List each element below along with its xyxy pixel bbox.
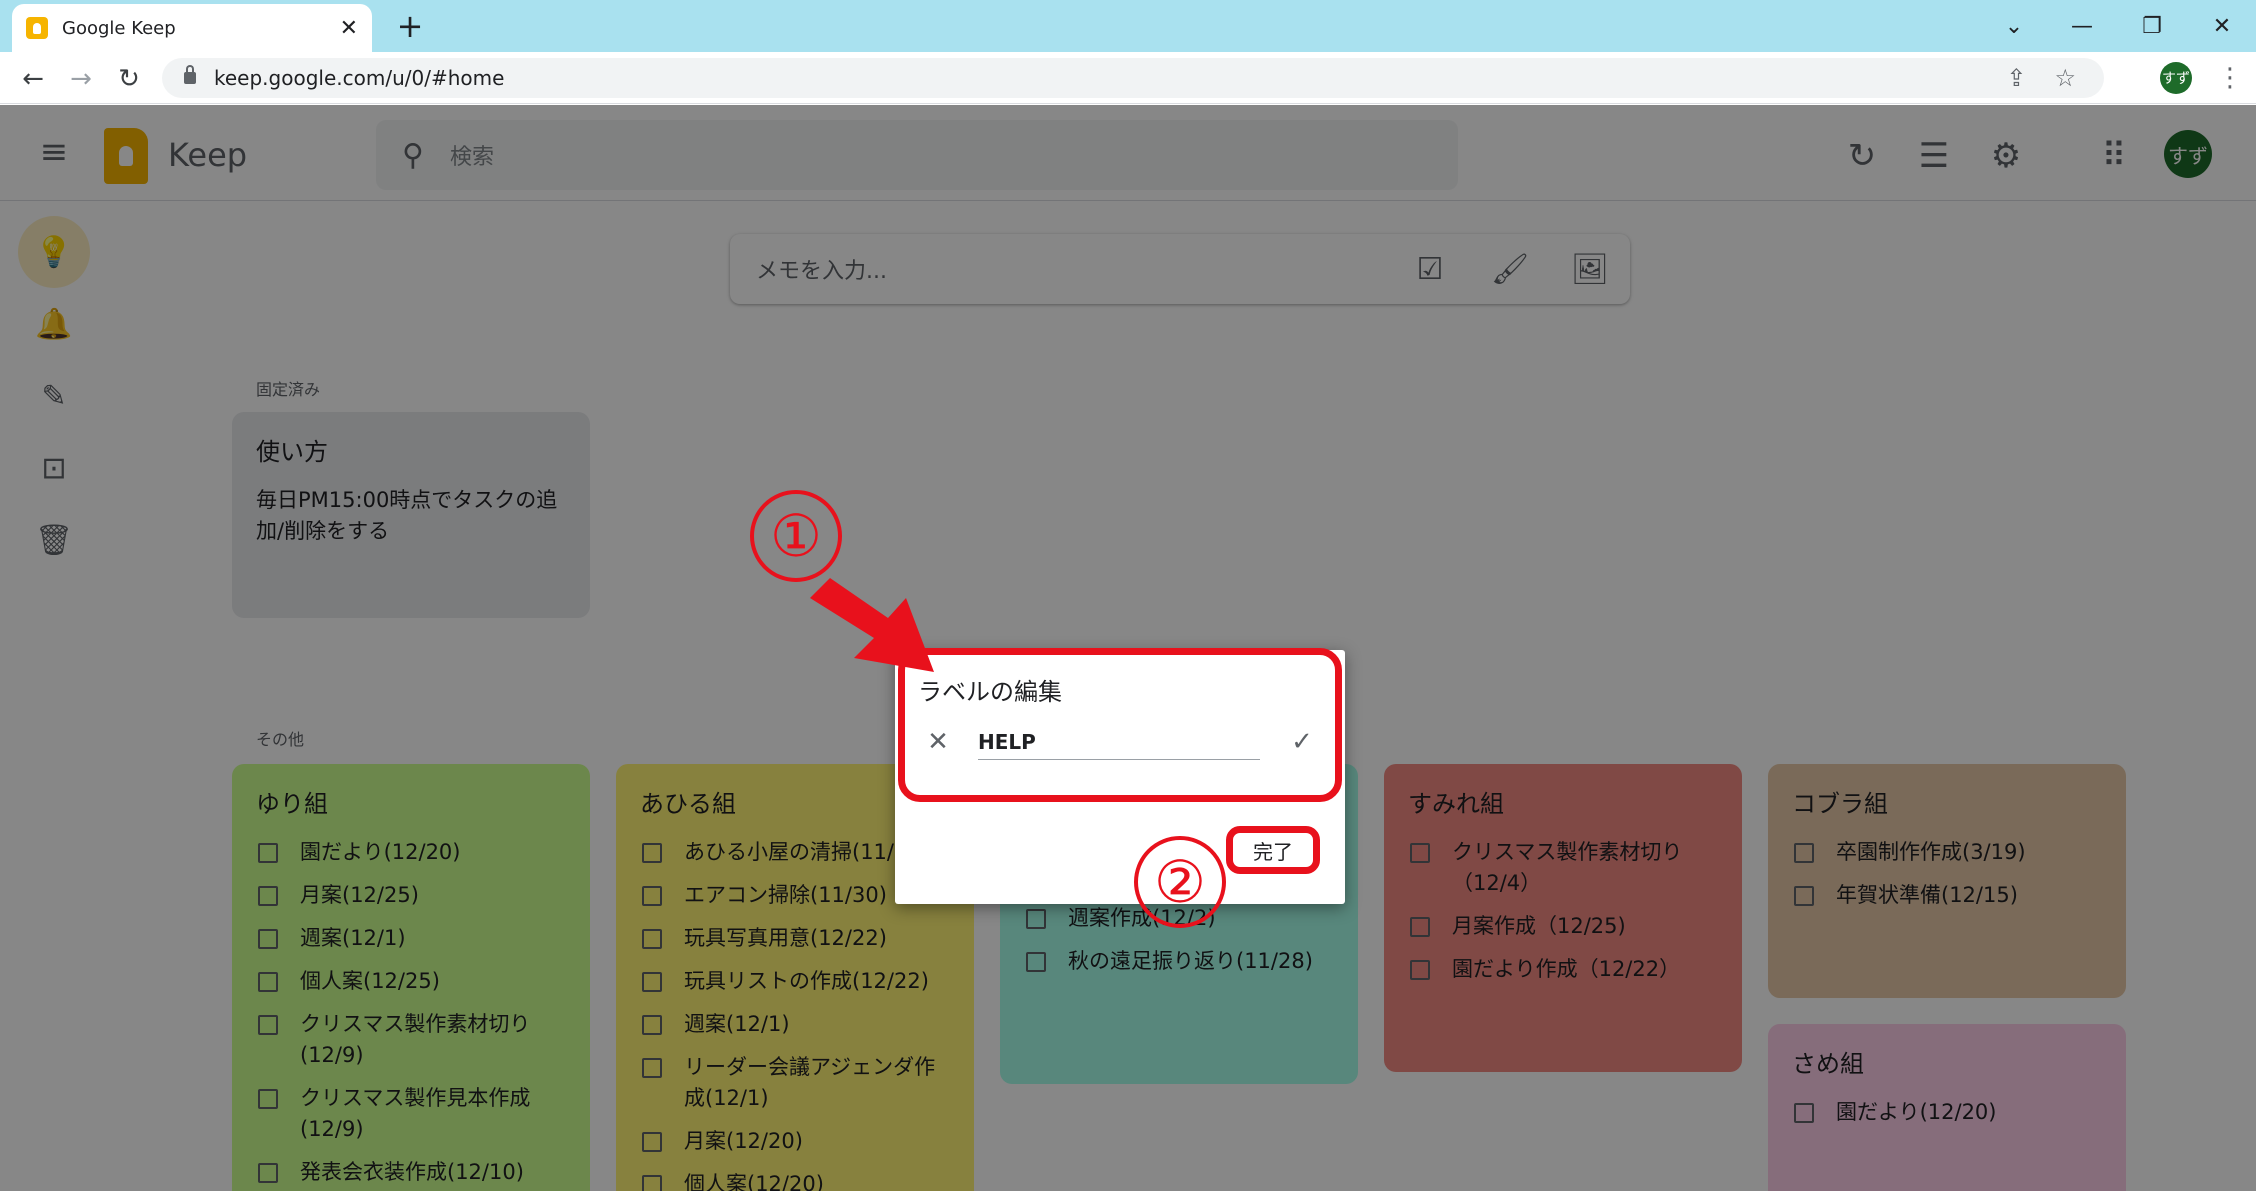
share-icon[interactable]: ⇪ bbox=[2006, 64, 2026, 92]
browser-profile-avatar[interactable]: すず bbox=[2160, 62, 2192, 94]
lock-icon bbox=[184, 65, 196, 84]
window-close-button[interactable]: ✕ bbox=[2202, 6, 2242, 46]
browser-tab[interactable]: Google Keep ✕ bbox=[12, 4, 372, 52]
minimize-button[interactable]: — bbox=[2062, 6, 2102, 46]
step2-number-badge: ② bbox=[1134, 836, 1226, 928]
highlight-box-step1 bbox=[898, 648, 1342, 802]
new-tab-button[interactable]: + bbox=[390, 6, 430, 46]
tab-close-icon[interactable]: ✕ bbox=[340, 16, 358, 41]
keep-favicon-icon bbox=[26, 17, 48, 39]
tab-title: Google Keep bbox=[62, 17, 176, 39]
browser-menu-icon[interactable]: ⋮ bbox=[2217, 60, 2243, 96]
bookmark-star-icon[interactable]: ☆ bbox=[2054, 64, 2076, 92]
url-text[interactable]: keep.google.com/u/0/#home bbox=[214, 66, 2006, 90]
red-arrow-icon bbox=[810, 578, 934, 672]
back-arrow-icon[interactable]: ← bbox=[14, 60, 52, 98]
reload-icon[interactable]: ↻ bbox=[110, 60, 148, 98]
tab-search-icon[interactable]: ⌄ bbox=[1994, 6, 2034, 46]
highlight-box-step2 bbox=[1226, 826, 1320, 874]
address-bar[interactable]: keep.google.com/u/0/#home ⇪ ☆ bbox=[162, 58, 2104, 98]
restore-button[interactable]: ❐ bbox=[2132, 6, 2172, 46]
forward-arrow-icon[interactable]: → bbox=[62, 60, 100, 98]
